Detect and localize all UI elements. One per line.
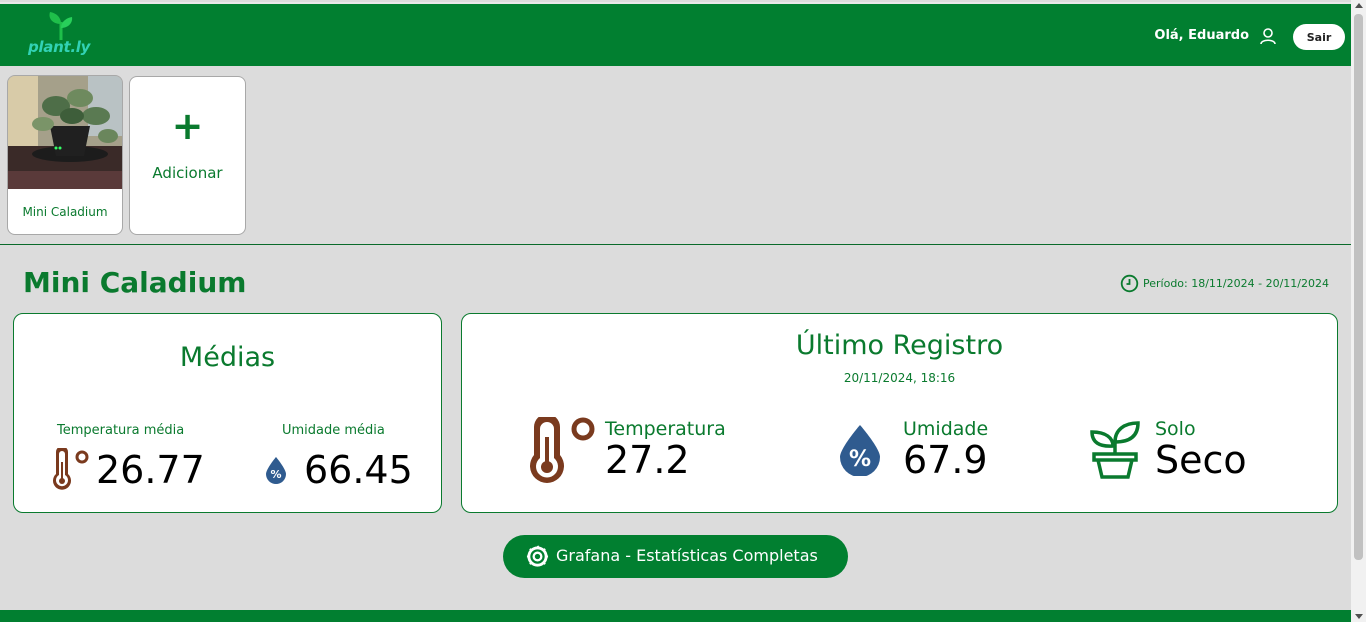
- thermometer-icon: [530, 417, 595, 483]
- last-record-title: Último Registro: [795, 330, 1004, 361]
- add-plant-button[interactable]: + Adicionar: [129, 76, 246, 235]
- logout-button[interactable]: Sair: [1293, 24, 1345, 50]
- page: plant.ly Olá, Eduardo Sair Mini Caladium…: [0, 0, 1351, 622]
- avg-temperature-label: Temperatura média: [57, 423, 185, 438]
- user-greeting: Olá, Eduardo: [1154, 28, 1249, 43]
- last-humidity-value: 67.9: [903, 438, 988, 482]
- last-temperature-label: Temperatura: [605, 418, 726, 440]
- section-divider: [0, 244, 1351, 245]
- humidity-drop-icon: %: [840, 425, 880, 476]
- sprout-icon: [49, 12, 73, 40]
- add-plant-label: Adicionar: [152, 164, 223, 182]
- clock-icon: [1120, 274, 1139, 293]
- thermometer-icon: [53, 448, 89, 490]
- plant-card-label: Mini Caladium: [22, 205, 108, 219]
- grafana-button[interactable]: Grafana - Estatísticas Completas: [503, 535, 848, 578]
- footer-bar: [0, 610, 1351, 622]
- scrollbar-thumb[interactable]: [1354, 14, 1363, 560]
- last-humidity-label: Umidade: [903, 418, 989, 440]
- grafana-button-label: Grafana - Estatísticas Completas: [556, 546, 818, 565]
- last-soil-label: Solo: [1155, 418, 1196, 440]
- averages-card: Médias Temperatura média 26.77 Umidade m…: [13, 313, 442, 513]
- top-header: plant.ly Olá, Eduardo Sair: [0, 2, 1351, 66]
- scroll-up-arrow-icon[interactable]: [1355, 3, 1363, 8]
- last-temperature-value: 27.2: [605, 438, 690, 482]
- scroll-down-arrow-icon[interactable]: [1355, 614, 1363, 619]
- logo-text: plant.ly: [28, 38, 91, 56]
- plus-icon: +: [171, 104, 204, 148]
- vertical-scrollbar[interactable]: [1351, 0, 1366, 622]
- svg-text:%: %: [270, 468, 281, 481]
- svg-text:%: %: [849, 447, 871, 472]
- plant-photo: [8, 76, 122, 189]
- period-range: Período: 18/11/2024 - 20/11/2024: [1143, 277, 1329, 290]
- plant-card[interactable]: Mini Caladium: [7, 75, 123, 235]
- averages-title: Médias: [179, 342, 276, 373]
- grafana-icon: [526, 545, 549, 567]
- last-record-card: Último Registro 20/11/2024, 18:16 Temper…: [461, 313, 1338, 513]
- user-icon[interactable]: [1259, 27, 1277, 45]
- humidity-drop-icon: %: [266, 457, 286, 484]
- plantly-logo[interactable]: plant.ly: [28, 10, 94, 62]
- avg-temperature-value: 26.77: [96, 448, 205, 492]
- plant-pot-icon: [1090, 421, 1140, 479]
- avg-humidity-value: 66.45: [304, 448, 413, 492]
- last-record-datetime: 20/11/2024, 18:16: [843, 371, 956, 385]
- last-soil-value: Seco: [1155, 438, 1247, 482]
- plant-title: Mini Caladium: [23, 266, 247, 299]
- avg-humidity-label: Umidade média: [282, 423, 385, 438]
